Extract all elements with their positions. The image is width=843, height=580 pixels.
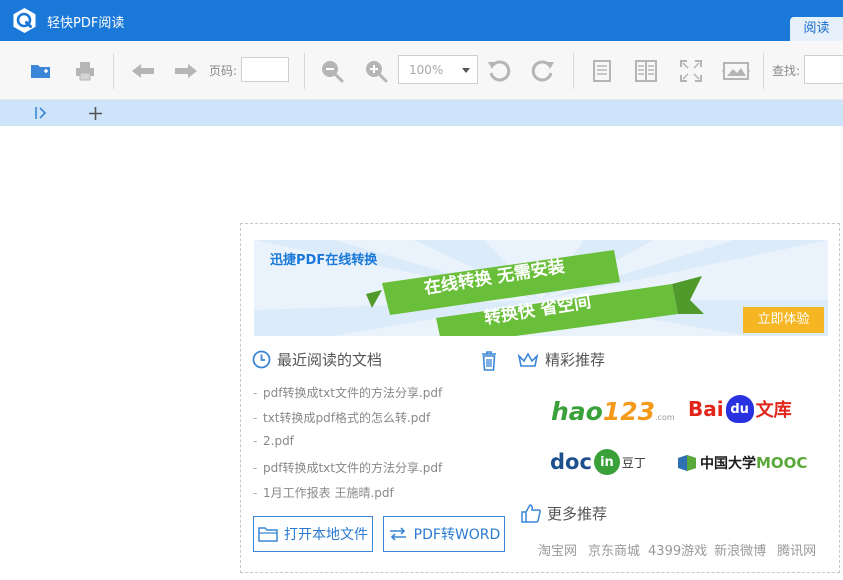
featured-heading: 精彩推荐 bbox=[517, 349, 605, 370]
fullscreen-icon bbox=[680, 59, 702, 82]
recent-doc-item[interactable]: - txt转换成pdf格式的怎么转.pdf bbox=[253, 409, 430, 426]
fullscreen-button[interactable] bbox=[676, 41, 706, 100]
mooc-logo-icon bbox=[678, 455, 696, 471]
zoom-out-button[interactable] bbox=[317, 41, 347, 100]
start-panel: 迅捷PDF在线转换 在线转换 无需安装 转换快 省空间 立即体验 最近阅读的文档… bbox=[240, 223, 840, 573]
toolbar: 页码: 100% 查找: bbox=[0, 41, 843, 100]
link-jd[interactable]: 京东商城 bbox=[588, 540, 640, 559]
printer-icon bbox=[76, 61, 94, 80]
zoom-out-icon bbox=[322, 60, 344, 82]
recent-docs-heading-text: 最近阅读的文档 bbox=[277, 351, 383, 369]
recent-doc-item[interactable]: - pdf转换成txt文件的方法分享.pdf bbox=[253, 384, 442, 401]
recent-doc-name: 2.pdf bbox=[263, 434, 294, 448]
link-4399[interactable]: 4399游戏 bbox=[648, 540, 707, 559]
plus-icon bbox=[88, 106, 102, 120]
thumbs-up-icon bbox=[521, 504, 541, 523]
more-recommend-heading: 更多推荐 bbox=[521, 503, 607, 524]
zoom-level-select[interactable]: 100% bbox=[398, 55, 478, 84]
app-logo-icon bbox=[13, 8, 36, 33]
zoom-in-icon bbox=[366, 60, 388, 82]
convert-icon bbox=[389, 527, 406, 541]
baidu-paw-icon: du bbox=[725, 395, 754, 423]
single-page-icon bbox=[593, 59, 611, 82]
toolbar-divider bbox=[573, 53, 574, 89]
recent-doc-name: pdf转换成txt文件的方法分享.pdf bbox=[263, 461, 443, 475]
crown-icon bbox=[517, 351, 539, 367]
recent-doc-item[interactable]: -2.pdf bbox=[253, 434, 294, 448]
pdf-to-word-label: PDF转WORD bbox=[413, 527, 501, 543]
print-button[interactable] bbox=[70, 41, 100, 100]
partner-docin-logo[interactable]: doc in 豆丁 bbox=[550, 449, 646, 475]
open-local-file-label: 打开本地文件 bbox=[284, 527, 368, 543]
sidebar-expand-icon bbox=[35, 107, 47, 119]
clear-history-button[interactable] bbox=[479, 349, 499, 373]
recent-doc-name: txt转换成pdf格式的怎么转.pdf bbox=[263, 411, 431, 425]
two-page-view-button[interactable] bbox=[631, 41, 661, 100]
partner-mooc-logo[interactable]: 中国大学 MOOC bbox=[677, 453, 807, 473]
clock-icon bbox=[252, 350, 271, 369]
try-now-button[interactable]: 立即体验 bbox=[743, 307, 824, 333]
new-tab-button[interactable] bbox=[84, 102, 106, 124]
app-title: 轻快PDF阅读 bbox=[47, 16, 125, 31]
link-taobao[interactable]: 淘宝网 bbox=[538, 540, 577, 559]
toolbar-divider bbox=[763, 53, 764, 89]
partner-baidu-wenku-logo[interactable]: Bai du 文库 bbox=[688, 395, 792, 423]
page-number-input[interactable] bbox=[241, 57, 289, 82]
title-bar: 轻快PDF阅读 阅读 bbox=[0, 0, 843, 41]
arrow-right-icon bbox=[175, 63, 197, 78]
baidu-wenku-text: 文库 bbox=[755, 400, 792, 421]
toolbar-divider bbox=[113, 53, 114, 89]
hao123-text: hao bbox=[551, 397, 603, 426]
page-number-label: 页码: bbox=[209, 64, 238, 78]
docin-suffix: 豆丁 bbox=[621, 455, 646, 470]
tab-read-mode[interactable]: 阅读 bbox=[790, 17, 843, 41]
arrow-left-icon bbox=[132, 63, 154, 78]
featured-heading-text: 精彩推荐 bbox=[545, 351, 606, 369]
link-qq[interactable]: 腾讯网 bbox=[777, 540, 816, 559]
single-page-view-button[interactable] bbox=[588, 41, 616, 100]
pdf-to-word-button[interactable]: PDF转WORD bbox=[383, 516, 505, 552]
more-recommend-heading-text: 更多推荐 bbox=[547, 505, 608, 523]
zoom-level-value: 100% bbox=[409, 63, 444, 77]
mooc-text: 中国大学 bbox=[700, 456, 756, 472]
open-folder-icon bbox=[31, 64, 50, 78]
two-page-icon bbox=[635, 59, 657, 82]
rotate-right-icon bbox=[531, 59, 554, 81]
docin-text: doc bbox=[550, 450, 592, 474]
trash-icon bbox=[482, 351, 496, 371]
link-weibo[interactable]: 新浪微博 bbox=[714, 540, 766, 559]
recent-doc-item[interactable]: - pdf转换成txt文件的方法分享.pdf bbox=[253, 459, 442, 476]
recent-doc-name: pdf转换成txt文件的方法分享.pdf bbox=[263, 386, 443, 400]
document-tab-strip bbox=[0, 100, 843, 126]
chevron-down-icon bbox=[462, 68, 470, 73]
baidu-text: Bai bbox=[688, 397, 724, 421]
recent-docs-heading: 最近阅读的文档 bbox=[252, 349, 382, 370]
rotate-right-button[interactable] bbox=[528, 41, 558, 100]
docin-circle-icon: in bbox=[593, 449, 620, 475]
toolbar-divider bbox=[304, 53, 305, 89]
slideshow-button[interactable] bbox=[719, 41, 753, 100]
recent-doc-name: 1月工作报表 王施晴.pdf bbox=[263, 486, 394, 500]
rotate-left-icon bbox=[488, 59, 511, 81]
more-links-row: 淘宝网 京东商城 4399游戏 新浪微博 腾讯网 bbox=[538, 540, 816, 559]
sidebar-toggle-button[interactable] bbox=[27, 103, 55, 123]
promo-banner[interactable]: 迅捷PDF在线转换 在线转换 无需安装 转换快 省空间 立即体验 bbox=[254, 240, 828, 336]
mooc-suffix: MOOC bbox=[756, 454, 808, 472]
next-page-button[interactable] bbox=[170, 41, 202, 100]
hao123-suffix: .com bbox=[655, 413, 675, 422]
previous-page-button[interactable] bbox=[127, 41, 159, 100]
zoom-in-button[interactable] bbox=[361, 41, 391, 100]
open-local-file-button[interactable]: 打开本地文件 bbox=[253, 516, 373, 552]
partner-hao123-logo[interactable]: hao123.com bbox=[551, 397, 675, 426]
rotate-left-button[interactable] bbox=[484, 41, 514, 100]
folder-icon bbox=[258, 527, 278, 542]
open-file-button[interactable] bbox=[26, 41, 56, 100]
banner-title: 迅捷PDF在线转换 bbox=[270, 253, 378, 268]
search-input[interactable] bbox=[804, 55, 843, 84]
recent-doc-item[interactable]: -1月工作报表 王施晴.pdf bbox=[253, 484, 394, 501]
image-icon bbox=[722, 61, 750, 80]
hao123-number: 123 bbox=[602, 397, 656, 426]
search-label: 查找: bbox=[772, 64, 801, 78]
